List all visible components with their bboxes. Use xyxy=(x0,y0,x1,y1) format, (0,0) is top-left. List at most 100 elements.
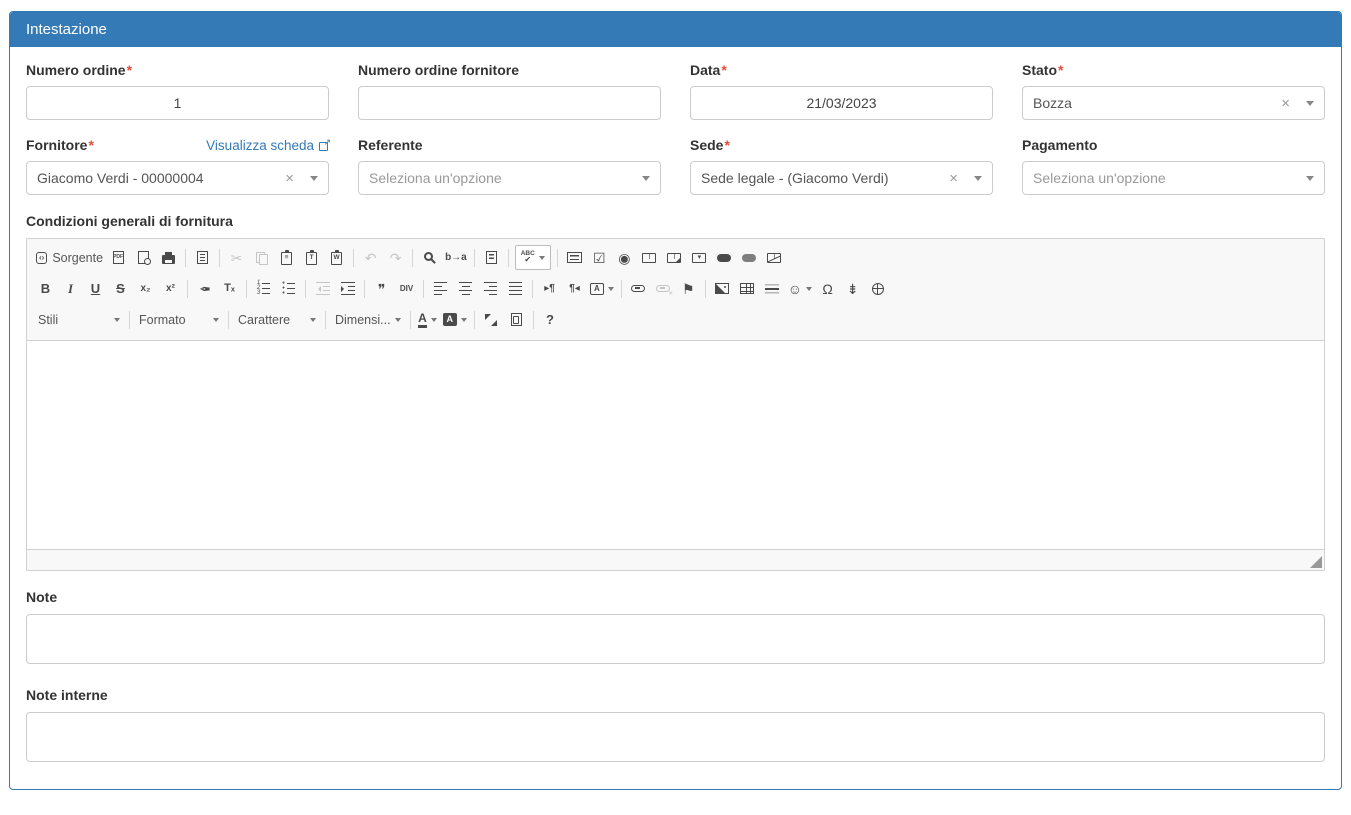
strikethrough-button[interactable]: S xyxy=(108,276,133,301)
source-button[interactable]: ‹›Sorgente xyxy=(33,245,106,270)
smiley-icon: ☺ xyxy=(788,282,802,296)
spell-check-button[interactable] xyxy=(515,245,551,270)
text-color-icon: A xyxy=(418,312,427,328)
editor-resize-grip[interactable] xyxy=(1310,556,1322,568)
align-right-button[interactable] xyxy=(478,276,503,301)
superscript-button[interactable]: x² xyxy=(158,276,183,301)
fornitore-clear-icon[interactable]: × xyxy=(285,171,294,186)
hidden-field-button[interactable]: I xyxy=(762,245,787,270)
find-button[interactable] xyxy=(417,245,442,270)
iframe-button[interactable] xyxy=(865,276,890,301)
image-button[interactable] xyxy=(710,276,735,301)
text-direction-rtl-button[interactable]: ¶◂ xyxy=(562,276,587,301)
stato-label: Stato* xyxy=(1022,62,1063,78)
sede-clear-icon[interactable]: × xyxy=(949,171,958,186)
find-icon xyxy=(424,252,433,261)
toolbar-group xyxy=(479,307,529,332)
checkbox-button[interactable]: ☑ xyxy=(587,245,612,270)
paste-icon: ≡ xyxy=(281,252,292,265)
cut-icon: ✂ xyxy=(231,251,243,265)
export-pdf-button[interactable] xyxy=(106,245,131,270)
fornitore-select[interactable]: Giacomo Verdi - 00000004 × xyxy=(26,161,329,195)
editor-status-bar xyxy=(27,549,1324,570)
note-interne-textarea[interactable] xyxy=(26,712,1325,762)
note-textarea[interactable] xyxy=(26,614,1325,664)
toolbar-separator xyxy=(412,249,413,267)
select-field-button[interactable]: ▾ xyxy=(687,245,712,270)
editor-content-area[interactable] xyxy=(27,341,1324,549)
toolbar-group: AA xyxy=(415,307,470,332)
bold-button[interactable]: B xyxy=(33,276,58,301)
data-input[interactable] xyxy=(690,86,993,120)
background-color-button[interactable]: A xyxy=(440,307,470,332)
paste-from-word-icon: W xyxy=(331,252,342,265)
justify-icon xyxy=(509,282,522,296)
paste-button[interactable]: ≡ xyxy=(274,245,299,270)
link-icon xyxy=(631,285,645,292)
font-combo[interactable]: Carattere xyxy=(233,308,321,331)
pagamento-select[interactable]: Seleziona un'opzione xyxy=(1022,161,1325,195)
paste-as-text-button[interactable]: T xyxy=(299,245,324,270)
special-character-button[interactable]: Ω xyxy=(815,276,840,301)
bulleted-list-button[interactable] xyxy=(276,276,301,301)
justify-button[interactable] xyxy=(503,276,528,301)
copy-formatting-icon: ✒ xyxy=(199,282,211,296)
font-size-combo[interactable]: Dimensi... xyxy=(330,308,406,331)
sede-select[interactable]: Sede legale - (Giacomo Verdi) × xyxy=(690,161,993,195)
numero-ordine-fornitore-input[interactable] xyxy=(358,86,661,120)
format-combo[interactable]: Formato xyxy=(134,308,224,331)
image-button-button[interactable] xyxy=(737,245,762,270)
page-break-button[interactable]: ⇟ xyxy=(840,276,865,301)
referente-select[interactable]: Seleziona un'opzione xyxy=(358,161,661,195)
toolbar-group: Carattere xyxy=(233,308,321,331)
blockquote-button[interactable]: ❞ xyxy=(369,276,394,301)
textarea-field-button[interactable]: I xyxy=(662,245,687,270)
underline-button[interactable]: U xyxy=(83,276,108,301)
templates-button[interactable] xyxy=(190,245,215,270)
text-direction-ltr-button[interactable]: ▸¶ xyxy=(537,276,562,301)
format-label: Formato xyxy=(139,313,209,327)
increase-indent-button[interactable] xyxy=(335,276,360,301)
select-all-button[interactable] xyxy=(479,245,504,270)
align-center-button[interactable] xyxy=(453,276,478,301)
anchor-button[interactable]: ⚑ xyxy=(676,276,701,301)
redo-icon: ↷ xyxy=(390,251,402,265)
form-button[interactable] xyxy=(562,245,587,270)
smiley-button[interactable]: ☺ xyxy=(785,276,815,301)
italic-button[interactable]: I xyxy=(58,276,83,301)
horizontal-rule-button[interactable] xyxy=(760,276,785,301)
link-button[interactable] xyxy=(626,276,651,301)
caret-down-icon xyxy=(1306,176,1314,185)
visualizza-scheda-link[interactable]: Visualizza scheda xyxy=(206,138,329,153)
about-button[interactable]: ? xyxy=(538,307,563,332)
align-left-button[interactable] xyxy=(428,276,453,301)
preview-button[interactable] xyxy=(131,245,156,270)
superscript-icon: x² xyxy=(166,284,175,294)
print-button[interactable] xyxy=(156,245,181,270)
numbered-list-button[interactable] xyxy=(251,276,276,301)
div-container-button[interactable]: DIV xyxy=(394,276,419,301)
button-field-button[interactable] xyxy=(712,245,737,270)
text-field-button[interactable]: I xyxy=(637,245,662,270)
copy-formatting-button[interactable]: ✒ xyxy=(192,276,217,301)
show-blocks-button[interactable] xyxy=(504,307,529,332)
remove-format-button[interactable]: Tₓ xyxy=(217,276,242,301)
toolbar-separator xyxy=(621,280,622,298)
remove-format-icon: Tₓ xyxy=(224,283,235,294)
field-pagamento: Pagamento Seleziona un'opzione xyxy=(1022,137,1325,195)
stato-clear-icon[interactable]: × xyxy=(1281,96,1290,111)
paste-from-word-button[interactable]: W xyxy=(324,245,349,270)
replace-button[interactable]: b→a xyxy=(442,245,470,270)
styles-combo[interactable]: Stili xyxy=(33,308,125,331)
language-button[interactable]: A xyxy=(587,276,617,301)
numero-ordine-input[interactable] xyxy=(26,86,329,120)
radio-button-button[interactable]: ◉ xyxy=(612,245,637,270)
table-button[interactable] xyxy=(735,276,760,301)
maximize-icon xyxy=(485,314,497,326)
stato-select[interactable]: Bozza × xyxy=(1022,86,1325,120)
preview-icon xyxy=(138,251,149,264)
text-color-button[interactable]: A xyxy=(415,307,440,332)
subscript-button[interactable]: x₂ xyxy=(133,276,158,301)
maximize-button[interactable] xyxy=(479,307,504,332)
replace-icon: b→a xyxy=(445,253,467,263)
